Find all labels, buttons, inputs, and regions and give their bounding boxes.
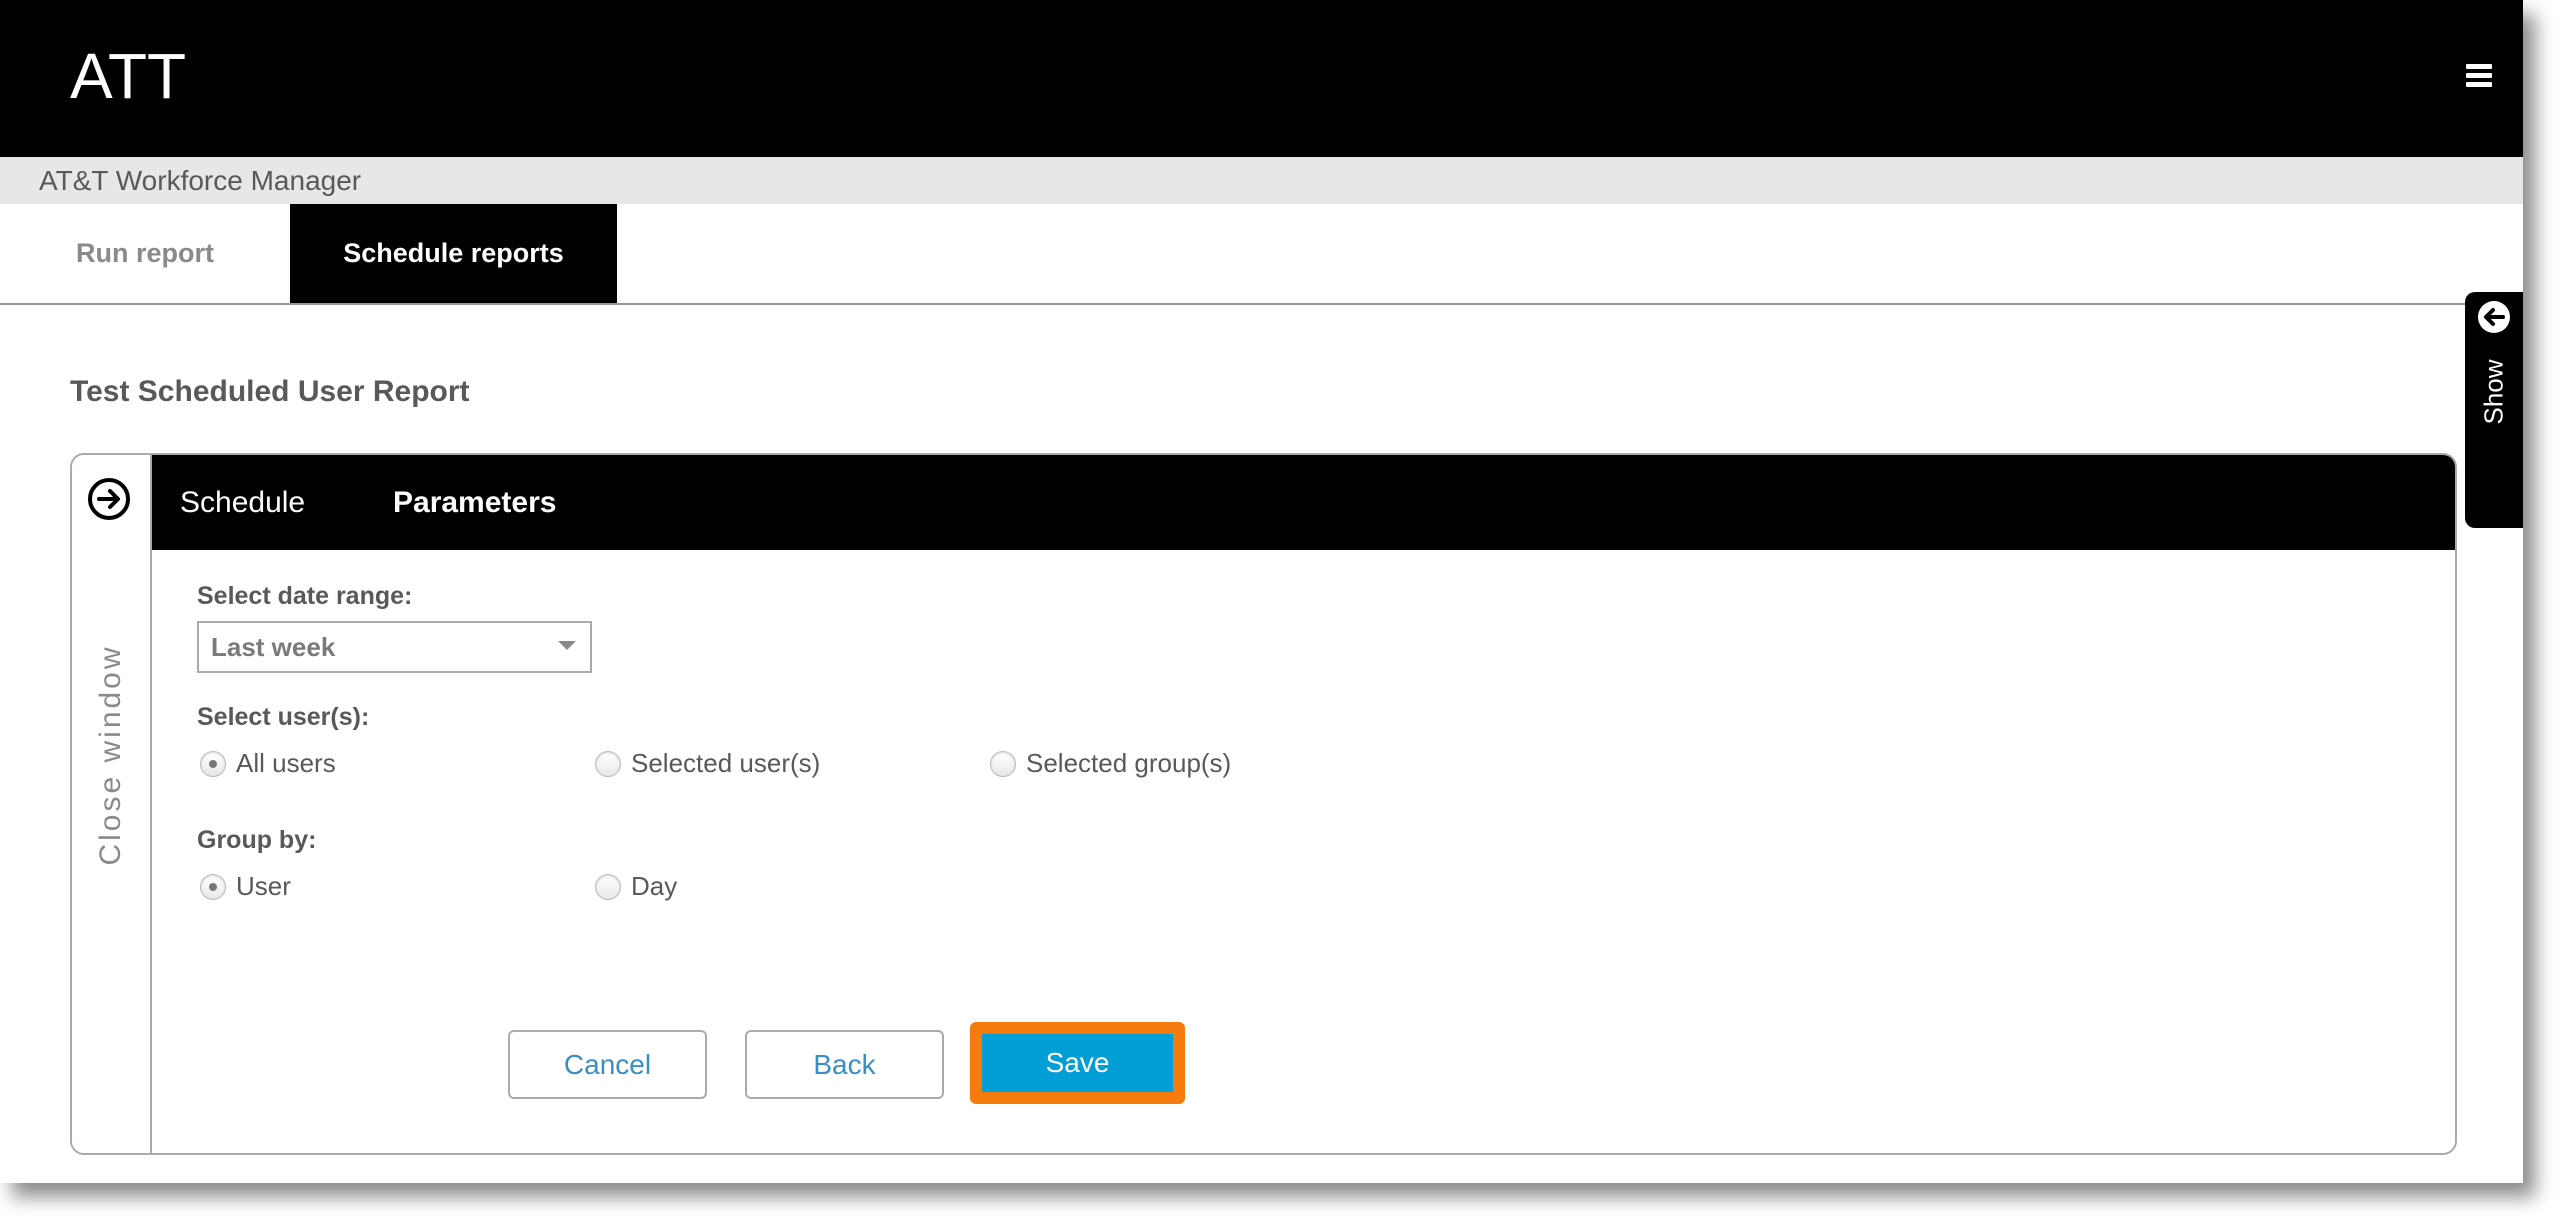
top-header: ATT — [0, 0, 2523, 157]
date-range-select[interactable]: Last week — [197, 621, 592, 673]
close-window-label[interactable]: Close window — [94, 644, 128, 865]
radio-unchecked-icon[interactable] — [990, 750, 1016, 777]
tab-schedule[interactable]: Schedule — [180, 455, 305, 550]
tab-run-report[interactable]: Run report — [0, 204, 290, 303]
radio-unchecked-icon[interactable] — [595, 750, 621, 777]
save-highlight: Save — [970, 1022, 1185, 1104]
group-by-label: Group by: — [197, 826, 317, 854]
show-label[interactable]: Show — [2479, 359, 2510, 424]
show-side-tab[interactable]: Show — [2465, 292, 2523, 528]
date-range-value: Last week — [211, 632, 336, 662]
radio-checked-icon[interactable] — [200, 873, 226, 900]
hamburger-menu-icon[interactable] — [2466, 64, 2492, 88]
app-title: AT&T Workforce Manager — [39, 165, 362, 196]
arrow-right-circle-icon[interactable] — [87, 477, 131, 521]
radio-label: Selected user(s) — [631, 748, 821, 778]
tab-schedule-reports[interactable]: Schedule reports — [290, 204, 617, 303]
save-button[interactable]: Save — [982, 1034, 1173, 1092]
date-range-label: Select date range: — [197, 582, 413, 610]
radio-group-day[interactable]: Day — [595, 871, 677, 902]
select-users-label: Select user(s): — [197, 703, 370, 731]
chevron-down-icon — [558, 641, 576, 650]
main-tabs: Run report Schedule reports — [0, 204, 2523, 305]
logo: ATT — [70, 40, 187, 112]
back-button[interactable]: Back — [745, 1030, 944, 1099]
radio-label: Day — [631, 871, 678, 901]
radio-label: All users — [236, 748, 336, 778]
page: ATT AT&T Workforce Manager Run report Sc… — [0, 0, 2523, 1183]
radio-selected-users[interactable]: Selected user(s) — [595, 748, 820, 779]
radio-unchecked-icon[interactable] — [595, 873, 621, 900]
report-panel: Close window Schedule Parameters Select … — [70, 453, 2457, 1155]
cancel-button[interactable]: Cancel — [508, 1030, 707, 1099]
radio-selected-groups[interactable]: Selected group(s) — [990, 748, 1231, 779]
panel-tabs: Schedule Parameters — [152, 455, 2455, 550]
tab-parameters[interactable]: Parameters — [393, 455, 556, 550]
close-window-sidebar[interactable]: Close window — [72, 455, 152, 1153]
radio-label: Selected group(s) — [1026, 748, 1232, 778]
report-title: Test Scheduled User Report — [70, 375, 470, 408]
radio-checked-icon[interactable] — [200, 750, 226, 777]
radio-group-user[interactable]: User — [200, 871, 291, 902]
radio-all-users[interactable]: All users — [200, 748, 336, 779]
radio-label: User — [236, 871, 291, 901]
arrow-left-circle-icon[interactable] — [2477, 300, 2511, 334]
app-title-bar: AT&T Workforce Manager — [0, 157, 2523, 204]
